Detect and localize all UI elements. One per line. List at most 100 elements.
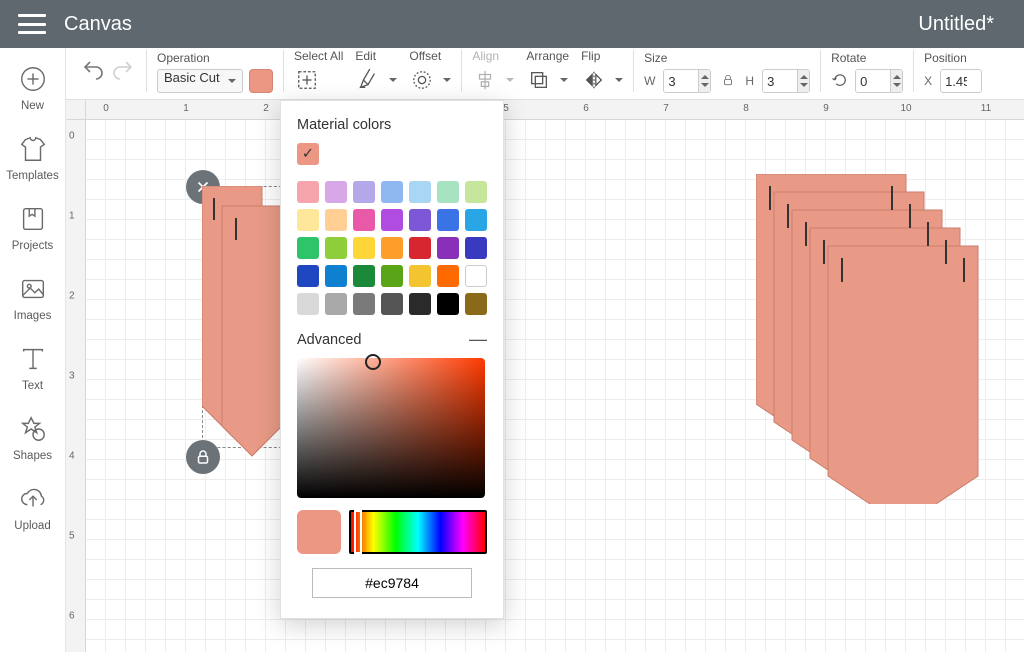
color-swatch[interactable] <box>437 237 459 259</box>
nav-upload[interactable]: Upload <box>0 474 65 544</box>
arrange-button[interactable] <box>526 67 552 93</box>
nav-label: Templates <box>6 170 58 182</box>
color-swatch[interactable] <box>437 181 459 203</box>
edit-label: Edit <box>355 49 397 63</box>
title-bar: Canvas Untitled* <box>0 0 1024 48</box>
color-swatch[interactable] <box>325 265 347 287</box>
color-swatch[interactable] <box>381 265 403 287</box>
lock-aspect-icon[interactable] <box>721 73 735 90</box>
color-swatch[interactable] <box>409 265 431 287</box>
menu-icon[interactable] <box>18 14 46 34</box>
color-swatch[interactable] <box>409 293 431 315</box>
canvas-area[interactable]: 0 1 2 3 4 5 6 7 8 9 10 11 0 1 2 3 4 5 6 <box>66 100 1024 652</box>
color-swatch[interactable] <box>353 209 375 231</box>
color-swatch[interactable] <box>325 293 347 315</box>
shape-banner-stack[interactable] <box>756 174 986 504</box>
ruler-corner <box>66 100 86 120</box>
rotate-label: Rotate <box>831 51 903 65</box>
align-label: Align <box>472 49 514 63</box>
advanced-label[interactable]: Advanced <box>297 332 362 348</box>
operation-label: Operation <box>157 51 273 65</box>
undo-button[interactable] <box>80 57 106 83</box>
color-swatch[interactable] <box>465 181 487 203</box>
select-all-button[interactable] <box>294 67 320 93</box>
operation-group: Operation Basic Cut <box>157 51 273 93</box>
redo-button[interactable] <box>110 57 136 83</box>
color-swatch[interactable] <box>409 181 431 203</box>
color-swatch[interactable] <box>297 237 319 259</box>
nav-text[interactable]: Text <box>0 334 65 404</box>
flip-button[interactable] <box>581 67 607 93</box>
color-swatch[interactable] <box>353 237 375 259</box>
color-swatch-grid <box>297 181 487 315</box>
nav-templates[interactable]: Templates <box>0 124 65 194</box>
tshirt-icon <box>18 134 48 164</box>
sidebar-nav: New Templates Projects Images Text Shape… <box>0 48 66 652</box>
size-label: Size <box>644 51 810 65</box>
color-swatch[interactable] <box>325 209 347 231</box>
document-title[interactable]: Untitled* <box>918 13 994 36</box>
color-swatch[interactable] <box>465 209 487 231</box>
nav-shapes[interactable]: Shapes <box>0 404 65 474</box>
nav-label: New <box>21 100 44 112</box>
hue-slider[interactable] <box>349 510 487 554</box>
color-swatch[interactable] <box>297 181 319 203</box>
nav-new[interactable]: New <box>0 54 65 124</box>
saturation-value-picker[interactable] <box>297 358 485 498</box>
nav-label: Upload <box>14 520 50 532</box>
x-label: X <box>924 74 932 88</box>
nav-label: Text <box>22 380 43 392</box>
position-label: Position <box>924 51 982 65</box>
text-icon <box>18 344 48 374</box>
align-button <box>472 67 498 93</box>
color-swatch[interactable] <box>297 209 319 231</box>
h-label: H <box>745 74 754 88</box>
nav-label: Shapes <box>13 450 52 462</box>
color-swatch[interactable] <box>381 209 403 231</box>
toolbar: Operation Basic Cut Select All Edit Offs… <box>66 48 1024 100</box>
color-panel-title: Material colors <box>297 117 487 133</box>
color-swatch[interactable] <box>465 265 487 287</box>
color-picker-panel: Material colors ✓ Advanced — <box>280 100 504 619</box>
color-swatch[interactable] <box>353 181 375 203</box>
color-swatch[interactable] <box>297 293 319 315</box>
color-swatch[interactable] <box>325 181 347 203</box>
nav-projects[interactable]: Projects <box>0 194 65 264</box>
color-swatch[interactable] <box>409 209 431 231</box>
color-swatch[interactable] <box>297 265 319 287</box>
color-swatch[interactable] <box>381 293 403 315</box>
w-label: W <box>644 74 655 88</box>
offset-button[interactable] <box>409 67 435 93</box>
chevron-down-icon[interactable] <box>560 78 568 86</box>
operation-color-swatch[interactable] <box>249 69 273 93</box>
nav-images[interactable]: Images <box>0 264 65 334</box>
used-color-swatch[interactable]: ✓ <box>297 143 319 165</box>
color-swatch[interactable] <box>381 237 403 259</box>
edit-button[interactable] <box>355 67 381 93</box>
canvas-mat[interactable] <box>86 120 1024 652</box>
arrange-label: Arrange <box>526 49 569 63</box>
color-swatch[interactable] <box>353 265 375 287</box>
color-swatch[interactable] <box>465 237 487 259</box>
color-swatch[interactable] <box>437 265 459 287</box>
current-color-preview <box>297 510 341 554</box>
chevron-down-icon[interactable] <box>443 78 451 86</box>
color-swatch[interactable] <box>409 237 431 259</box>
color-swatch[interactable] <box>437 209 459 231</box>
offset-label: Offset <box>409 49 451 63</box>
flip-label: Flip <box>581 49 623 63</box>
nav-label: Images <box>14 310 52 322</box>
position-x-input[interactable] <box>940 69 982 93</box>
color-swatch[interactable] <box>437 293 459 315</box>
collapse-icon[interactable]: — <box>469 329 487 350</box>
hex-input[interactable] <box>312 568 472 598</box>
nav-label: Projects <box>12 240 54 252</box>
color-swatch[interactable] <box>353 293 375 315</box>
chevron-down-icon[interactable] <box>389 78 397 86</box>
color-swatch[interactable] <box>381 181 403 203</box>
operation-select[interactable]: Basic Cut <box>157 69 243 93</box>
color-swatch[interactable] <box>465 293 487 315</box>
rotate-icon <box>831 71 849 92</box>
color-swatch[interactable] <box>325 237 347 259</box>
chevron-down-icon[interactable] <box>615 78 623 86</box>
